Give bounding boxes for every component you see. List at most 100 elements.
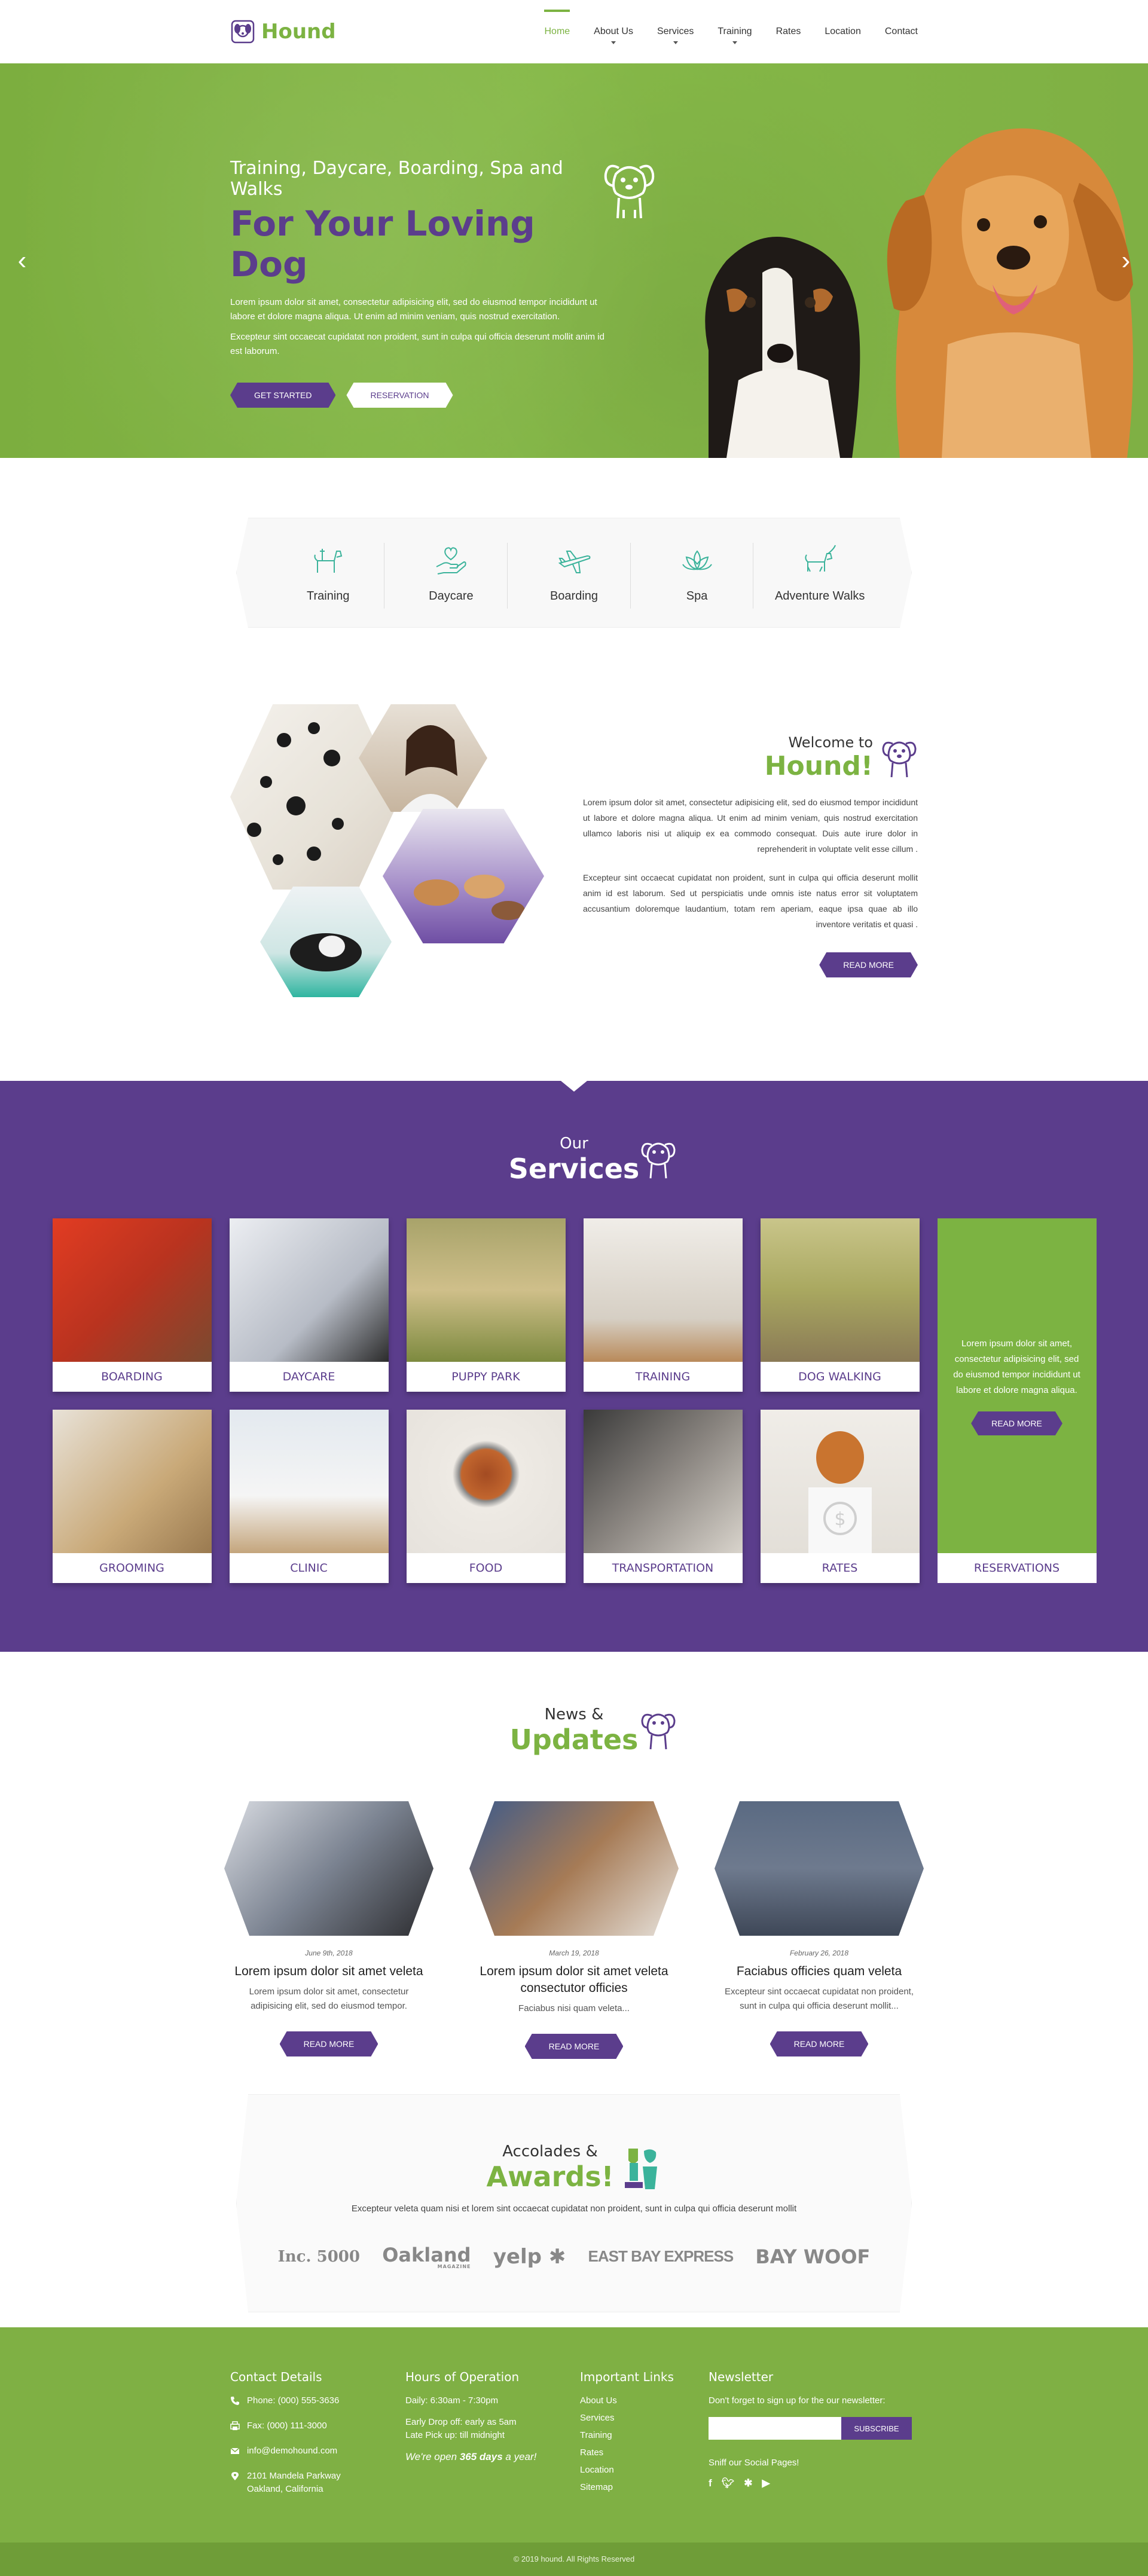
facebook-icon[interactable]: f — [709, 2477, 712, 2490]
caret-down-icon — [732, 41, 737, 44]
main-nav: Home About Us Services Training Rates Lo… — [544, 10, 918, 54]
feature-label: Spa — [686, 589, 708, 603]
news-read-more-button[interactable]: READ MORE — [770, 2031, 869, 2056]
reservation-button[interactable]: RESERVATION — [346, 383, 453, 408]
service-card-daycare[interactable]: DAYCARE — [229, 1218, 389, 1392]
bernese-dog-image — [705, 237, 860, 458]
service-label: RATES — [822, 1562, 858, 1575]
hours-late-pick: Late Pick up: till midnight — [405, 2430, 505, 2440]
footer-link-location[interactable]: Location — [580, 2464, 709, 2477]
awards-section: Accolades & Awards! Excepteur veleta qua… — [0, 2094, 1148, 2327]
open-suffix: a year! — [502, 2451, 537, 2462]
feature-daycare[interactable]: Daycare — [397, 543, 505, 603]
awards-box: Accolades & Awards! Excepteur veleta qua… — [236, 2094, 912, 2312]
news-title[interactable]: Lorem ipsum dolor sit amet veleta — [224, 1963, 433, 1980]
news-read-more-button[interactable]: READ MORE — [280, 2031, 378, 2056]
subscribe-button[interactable]: SUBSCRIBE — [841, 2417, 912, 2440]
service-card-dog-walking[interactable]: DOG WALKING — [760, 1218, 920, 1392]
service-card-puppy-park[interactable]: PUPPY PARK — [406, 1218, 566, 1392]
nav-location[interactable]: Location — [825, 10, 861, 54]
site-logo[interactable]: Hound — [230, 19, 336, 44]
footer-phone[interactable]: Phone: (000) 555-3636 — [247, 2394, 339, 2407]
dog-with-dollar-sign-image: $ — [760, 1410, 920, 1553]
footer-email[interactable]: info@demohound.com — [247, 2444, 337, 2458]
news-title[interactable]: Faciabus officies quam veleta — [715, 1963, 924, 1980]
dog-walk-icon — [802, 543, 838, 579]
service-card-reservations[interactable]: Lorem ipsum dolor sit amet, consectetur … — [937, 1218, 1097, 1583]
nav-home[interactable]: Home — [544, 10, 570, 54]
oakland-magazine-logo: Oakland MAGAZINE — [382, 2244, 471, 2269]
service-card-boarding[interactable]: BOARDING — [52, 1218, 212, 1392]
dog-face-icon — [882, 741, 917, 778]
service-label: BOARDING — [101, 1370, 163, 1383]
service-card-rates[interactable]: $ RATES — [760, 1410, 920, 1583]
service-card-transportation[interactable]: TRANSPORTATION — [583, 1410, 743, 1583]
inc5000-logo: Inc. 5000 — [277, 2247, 360, 2266]
boxer-dog-image — [52, 1218, 212, 1362]
caret-down-icon — [611, 41, 616, 44]
news-read-more-button[interactable]: READ MORE — [525, 2034, 624, 2059]
yelp-burst-icon: ✱ — [548, 2244, 566, 2269]
footer-fax: Fax: (000) 111-3000 — [247, 2421, 327, 2431]
feature-training[interactable]: Training — [274, 543, 382, 603]
site-footer: Contact Details Phone: (000) 555-3636 Fa… — [0, 2327, 1148, 2543]
nav-training[interactable]: Training — [718, 10, 752, 54]
yelp-icon[interactable]: ✱ — [744, 2477, 752, 2490]
awards-title: Awards! — [486, 2161, 614, 2193]
copyright-bar: © 2019 hound. All Rights Reserved — [0, 2543, 1148, 2576]
feature-adventure-walks[interactable]: Adventure Walks — [766, 543, 874, 603]
news-excerpt: Excepteur sint occaecat cupidatat non pr… — [724, 1987, 914, 2011]
service-card-training[interactable]: TRAINING — [583, 1218, 743, 1392]
dogs-daycare-image — [383, 809, 544, 943]
logo-text: Hound — [261, 20, 336, 44]
get-started-button[interactable]: GET STARTED — [230, 383, 335, 408]
golden-puppy-image — [406, 1218, 566, 1362]
man-training-dog-image — [583, 1218, 743, 1362]
dog-face-icon — [604, 164, 655, 219]
nav-rates[interactable]: Rates — [776, 10, 801, 54]
footer-newsletter-title: Newsletter — [709, 2370, 774, 2384]
news-excerpt: Lorem ipsum dolor sit amet, consectetur … — [249, 1987, 409, 2011]
newsletter-email-input[interactable] — [709, 2417, 841, 2440]
nav-label: Training — [718, 26, 752, 36]
slider-prev-icon[interactable]: ‹ — [14, 247, 30, 274]
feature-label: Boarding — [549, 589, 599, 603]
footer-link-rates[interactable]: Rates — [580, 2446, 709, 2459]
features-strip: Training Daycare Boarding Spa Adventure … — [236, 518, 912, 628]
footer-link-about-us[interactable]: About Us — [580, 2394, 709, 2407]
nav-contact[interactable]: Contact — [885, 10, 918, 54]
feature-spa[interactable]: Spa — [643, 543, 751, 603]
service-card-clinic[interactable]: CLINIC — [229, 1410, 389, 1583]
footer-link-training[interactable]: Training — [580, 2429, 709, 2442]
service-card-food[interactable]: FOOD — [406, 1410, 566, 1583]
twitter-icon[interactable]: 🐦︎ — [722, 2477, 735, 2490]
footer-newsletter: Newsletter Don't forget to sign up for t… — [709, 2370, 918, 2508]
reservations-read-more-button[interactable]: READ MORE — [971, 1411, 1062, 1435]
footer-contact: Contact Details Phone: (000) 555-3636 Fa… — [230, 2370, 405, 2508]
news-card: June 9th, 2018 Lorem ipsum dolor sit ame… — [224, 1801, 433, 2059]
nav-about-us[interactable]: About Us — [594, 10, 633, 54]
news-date: March 19, 2018 — [549, 1949, 599, 1957]
service-card-grooming[interactable]: GROOMING — [52, 1410, 212, 1583]
hero-text: Training, Daycare, Boarding, Spa and Wal… — [230, 158, 613, 408]
welcome-paragraph-1: Lorem ipsum dolor sit amet, consectetur … — [583, 797, 918, 854]
feature-label: Daycare — [429, 589, 474, 603]
youtube-icon[interactable]: ▶ — [762, 2477, 770, 2490]
reservations-text: Lorem ipsum dolor sit amet, consectetur … — [953, 1339, 1080, 1395]
slider-next-icon[interactable]: › — [1118, 247, 1134, 274]
hours-open-note: We're open 365 days a year! — [405, 2450, 580, 2464]
news-title[interactable]: Lorem ipsum dolor sit amet veleta consec… — [469, 1963, 679, 1997]
footer-address-line1: 2101 Mandela Parkway — [247, 2471, 341, 2481]
feature-boarding[interactable]: Boarding — [520, 543, 628, 603]
footer-link-services[interactable]: Services — [580, 2412, 709, 2425]
welcome-subtitle: Welcome to — [788, 734, 873, 751]
newsletter-form: SUBSCRIBE — [709, 2417, 918, 2440]
dog-face-icon — [641, 1713, 676, 1750]
nav-services[interactable]: Services — [657, 10, 694, 54]
border-collie-image — [229, 1218, 389, 1362]
nav-label: About Us — [594, 26, 633, 36]
services-section: Our Services BOARDING DAYCARE PUPPY PARK… — [0, 1081, 1148, 1652]
footer-link-sitemap[interactable]: Sitemap — [580, 2481, 709, 2494]
oakland-logo-text: Oakland — [382, 2244, 471, 2266]
welcome-read-more-button[interactable]: READ MORE — [819, 952, 918, 977]
